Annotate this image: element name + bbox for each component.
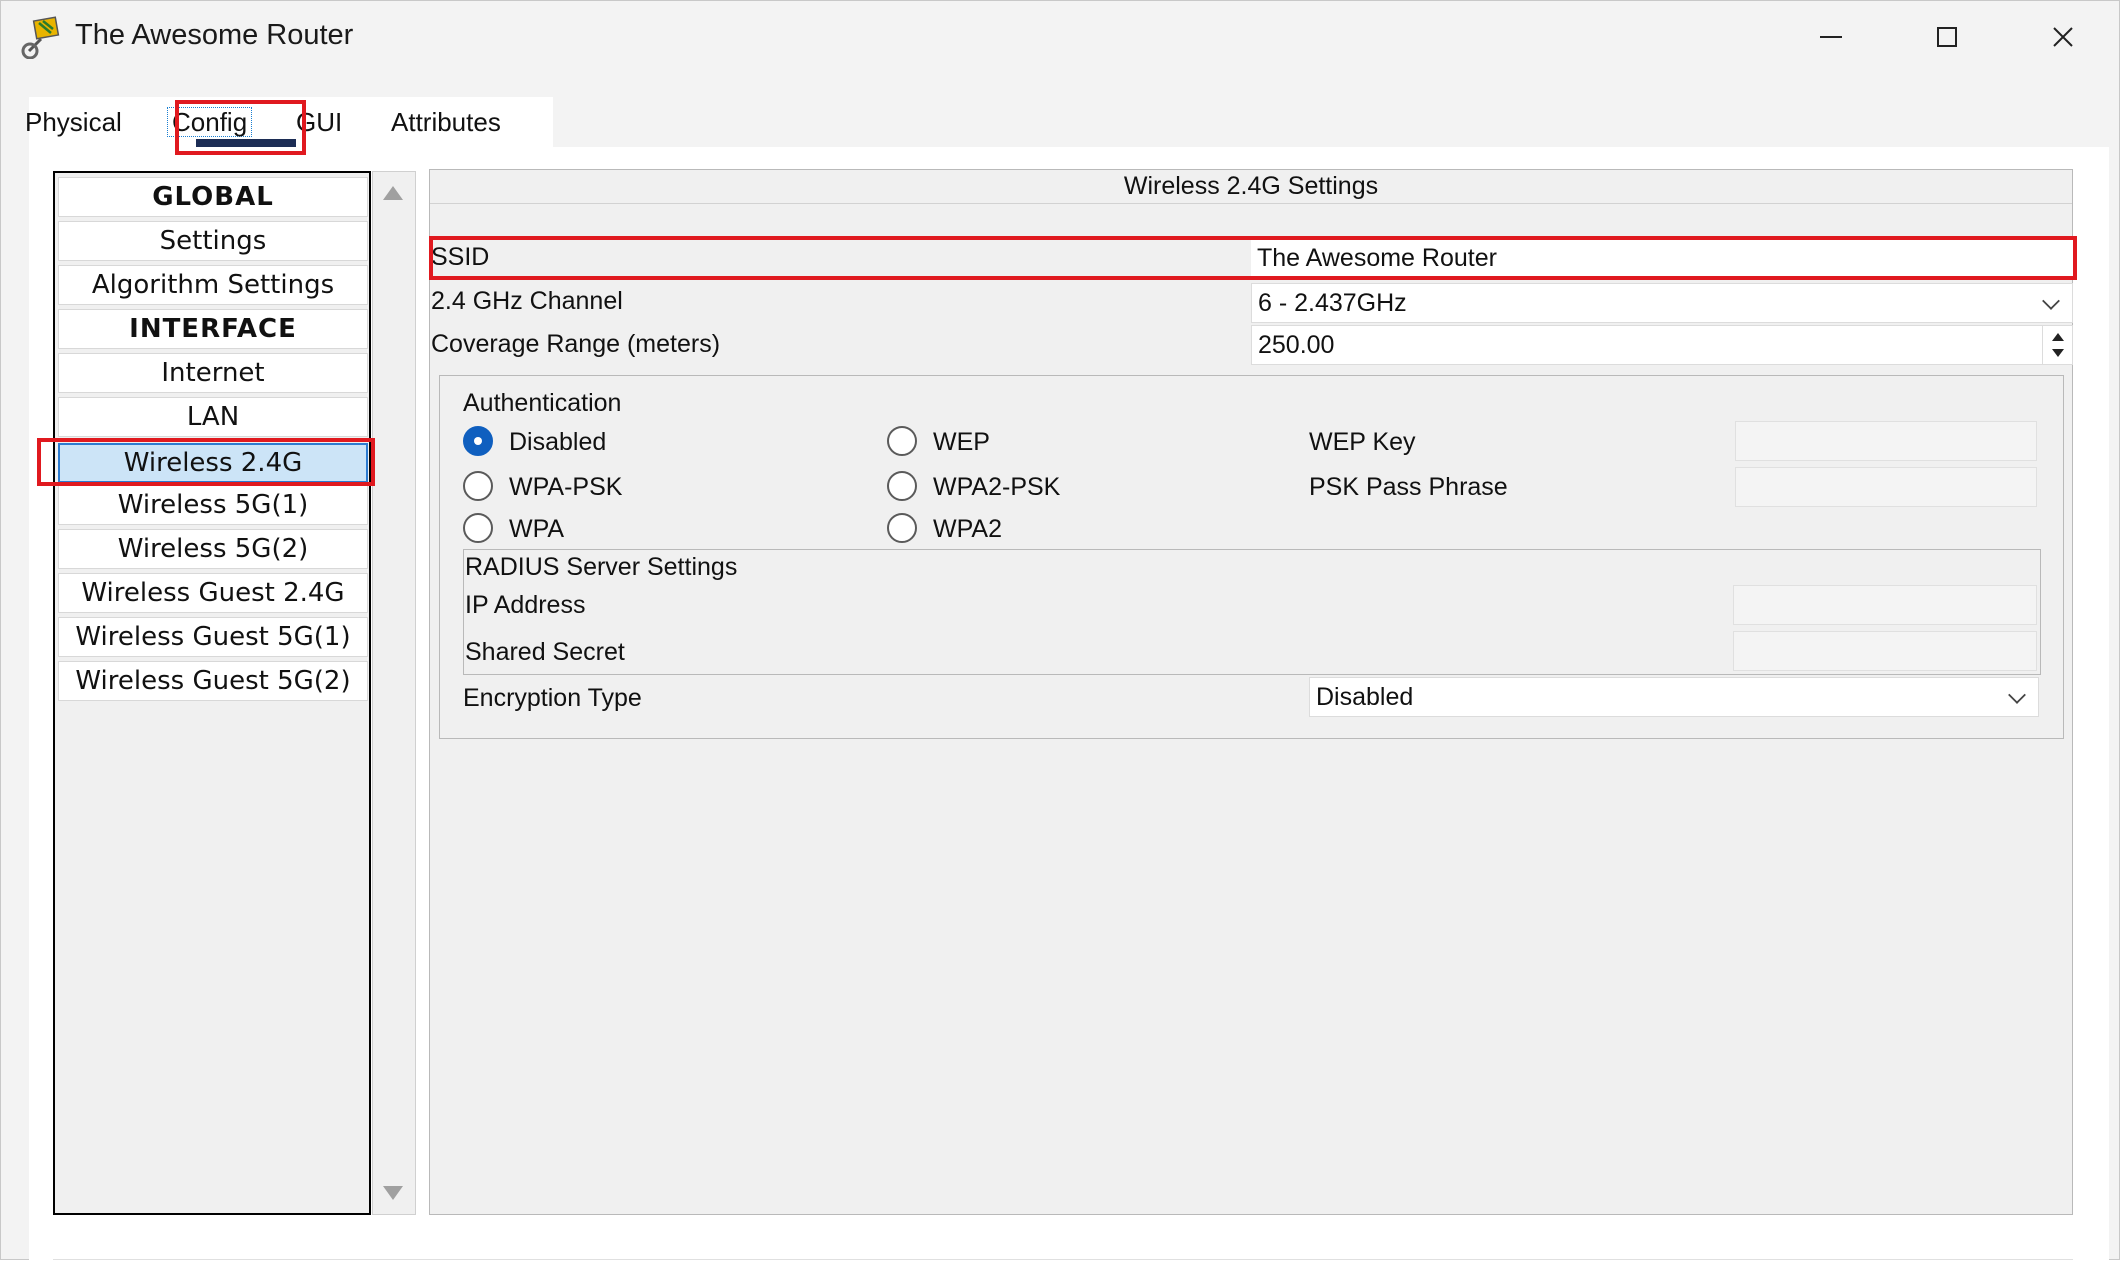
sidebar-item-wireless-guest-5g-1[interactable]: Wireless Guest 5G(1): [58, 617, 368, 657]
auth-wpa2-psk-radio[interactable]: [887, 471, 917, 501]
channel-select[interactable]: 6 - 2.437GHz: [1251, 283, 2073, 323]
minimize-button[interactable]: [1773, 1, 1889, 73]
sidebar-item-internet[interactable]: Internet: [58, 353, 368, 393]
encryption-type-label: Encryption Type: [463, 684, 642, 712]
sidebar-item-settings[interactable]: Settings: [58, 221, 368, 261]
auth-wpa-radio[interactable]: [463, 513, 493, 543]
coverage-spinner[interactable]: 250.00: [1251, 325, 2073, 365]
auth-wpa2-psk-label[interactable]: WPA2-PSK: [933, 473, 1060, 502]
sidebar-header-interface: INTERFACE: [58, 309, 368, 349]
tab-physical[interactable]: Physical: [25, 97, 122, 147]
router-app-icon: [21, 16, 60, 59]
shared-secret-input[interactable]: [1733, 631, 2037, 671]
auth-wpa-psk-label[interactable]: WPA-PSK: [509, 473, 622, 502]
spin-down-icon[interactable]: [2052, 349, 2064, 357]
router-window: The Awesome Router Physical Config GUI A…: [0, 0, 2120, 1261]
auth-wep-radio[interactable]: [887, 426, 917, 456]
channel-select-value: 6 - 2.437GHz: [1258, 288, 1407, 317]
maximize-icon: [1937, 27, 1957, 47]
sidebar-item-wireless-5g-2[interactable]: Wireless 5G(2): [58, 529, 368, 569]
sidebar-item-lan[interactable]: LAN: [58, 397, 368, 437]
tab-gui[interactable]: GUI: [296, 97, 342, 147]
coverage-label: Coverage Range (meters): [431, 330, 721, 358]
scroll-down-icon[interactable]: [383, 1186, 403, 1200]
scroll-up-icon[interactable]: [383, 186, 403, 200]
auth-wpa-label[interactable]: WPA: [509, 515, 564, 544]
auth-disabled-radio[interactable]: [463, 426, 493, 456]
sidebar-header-global: GLOBAL: [58, 177, 368, 217]
auth-wpa-psk-radio[interactable]: [463, 471, 493, 501]
minimize-icon: [1820, 36, 1842, 38]
shared-secret-label: Shared Secret: [465, 638, 625, 666]
radius-title: RADIUS Server Settings: [465, 553, 738, 581]
ssid-input[interactable]: The Awesome Router: [1251, 239, 2073, 277]
sidebar-item-wireless-5g-1[interactable]: Wireless 5G(1): [58, 485, 368, 525]
spin-up-icon[interactable]: [2052, 333, 2064, 341]
sidebar-scrollbar[interactable]: [372, 171, 416, 1215]
authentication-label: Authentication: [463, 389, 622, 417]
psk-pass-phrase-label: PSK Pass Phrase: [1309, 473, 1508, 501]
sidebar-item-wireless-guest-5g-2[interactable]: Wireless Guest 5G(2): [58, 661, 368, 701]
close-icon: [2053, 27, 2073, 47]
sidebar-item-wireless-guest-2-4g[interactable]: Wireless Guest 2.4G: [58, 573, 368, 613]
ip-address-label: IP Address: [465, 591, 586, 619]
chevron-down-icon: [2008, 686, 2026, 704]
channel-label: 2.4 GHz Channel: [431, 287, 623, 315]
sidebar-nav: GLOBAL Settings Algorithm Settings INTER…: [53, 171, 371, 1215]
coverage-value: 250.00: [1258, 330, 1335, 359]
sidebar-item-wireless-2-4g[interactable]: Wireless 2.4G: [58, 443, 368, 483]
encryption-type-select[interactable]: Disabled: [1309, 677, 2039, 717]
chevron-down-icon: [2042, 292, 2060, 310]
wep-key-input[interactable]: [1735, 421, 2037, 461]
ssid-label: SSID: [431, 243, 490, 271]
tab-attributes[interactable]: Attributes: [391, 97, 501, 147]
ip-address-input[interactable]: [1733, 585, 2037, 625]
wep-key-label: WEP Key: [1309, 428, 1416, 456]
window-title: The Awesome Router: [75, 19, 354, 51]
spinner-buttons[interactable]: [2042, 326, 2072, 364]
psk-pass-phrase-input[interactable]: [1735, 467, 2037, 507]
tab-config-label: Config: [167, 107, 253, 137]
maximize-button[interactable]: [1889, 1, 2005, 73]
encryption-type-value: Disabled: [1316, 682, 1414, 711]
auth-disabled-label[interactable]: Disabled: [509, 428, 606, 457]
panel-title: Wireless 2.4G Settings: [430, 170, 2072, 204]
sidebar-item-algorithm-settings[interactable]: Algorithm Settings: [58, 265, 368, 305]
auth-wpa2-label[interactable]: WPA2: [933, 515, 1002, 544]
auth-wep-label[interactable]: WEP: [933, 428, 990, 457]
close-button[interactable]: [2005, 1, 2120, 73]
title-bar: The Awesome Router: [1, 1, 2119, 75]
auth-wpa2-radio[interactable]: [887, 513, 917, 543]
